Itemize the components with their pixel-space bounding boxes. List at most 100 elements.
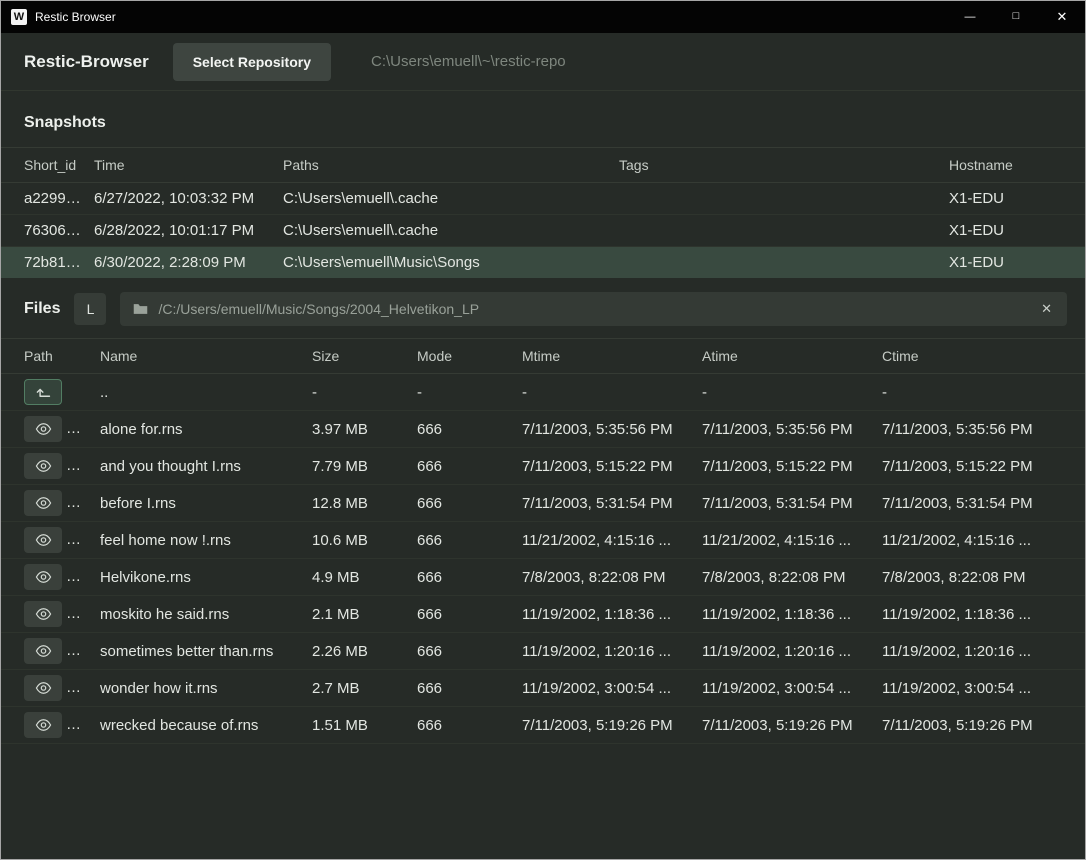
file-cell-mode: 666 [417,559,522,596]
file-row[interactable]: sometimes better than.rns2.26 MB66611/19… [1,633,1085,670]
repo-path-input[interactable]: C:\Users\emuell\~\restic-repo [371,53,566,70]
file-cell-size: - [312,374,417,411]
snapshot-cell-paths: C:\Users\emuell\Music\Songs [283,247,619,279]
file-cell-size: 12.8 MB [312,485,417,522]
clear-path-button[interactable]: ✕ [1039,301,1054,317]
eye-icon [35,422,52,436]
snapshots-col-time: Time [94,148,283,183]
preview-file-button[interactable] [24,564,62,590]
file-row[interactable]: Helvikone.rns4.9 MB6667/8/2003, 8:22:08 … [1,559,1085,596]
titlebar-left: W Restic Browser [1,9,116,25]
file-cell-name: wrecked because of.rns [100,707,312,744]
select-repository-button[interactable]: Select Repository [173,43,331,81]
snapshot-cell-time: 6/28/2022, 10:01:17 PM [94,215,283,247]
file-row[interactable]: feel home now !.rns10.6 MB66611/21/2002,… [1,522,1085,559]
snapshot-row[interactable]: a2299af66/27/2022, 10:03:32 PMC:\Users\e… [1,183,1085,215]
parent-dir-button[interactable] [24,379,62,405]
files-col-mode: Mode [417,339,522,374]
preview-file-button[interactable] [24,638,62,664]
window-controls: — □ ✕ [947,1,1085,33]
file-row[interactable]: and you thought I.rns7.79 MB6667/11/2003… [1,448,1085,485]
snapshot-cell-paths: C:\Users\emuell\.cache [283,215,619,247]
snapshot-row[interactable]: 763068696/28/2022, 10:01:17 PMC:\Users\e… [1,215,1085,247]
app-logo-icon: W [11,9,27,25]
latest-snapshot-button[interactable]: L [74,293,106,325]
files-header-row: Path Name Size Mode Mtime Atime Ctime [1,339,1085,374]
file-cell-ctime: 7/11/2003, 5:15:22 PM [882,448,1085,485]
maximize-icon: □ [1013,10,1020,22]
file-path-value: /C:/Users/emuell/Music/Songs/2004_Helvet… [158,301,1029,317]
file-cell-name: alone for.rns [100,411,312,448]
file-cell-name: feel home now !.rns [100,522,312,559]
snapshots-col-paths: Paths [283,148,619,183]
files-col-name: Name [100,339,312,374]
file-row[interactable]: moskito he said.rns2.1 MB66611/19/2002, … [1,596,1085,633]
file-cell-size: 10.6 MB [312,522,417,559]
eye-icon [35,607,52,621]
file-cell-atime: 7/11/2003, 5:15:22 PM [702,448,882,485]
file-cell-name: Helvikone.rns [100,559,312,596]
file-row[interactable]: wrecked because of.rns1.51 MB6667/11/200… [1,707,1085,744]
file-cell-size: 1.51 MB [312,707,417,744]
file-cell-name: sometimes better than.rns [100,633,312,670]
snapshots-col-hostname: Hostname [949,148,1085,183]
file-cell-name: before I.rns [100,485,312,522]
file-cell-name: and you thought I.rns [100,448,312,485]
file-cell-mtime: 7/11/2003, 5:15:22 PM [522,448,702,485]
app-name: Restic-Browser [24,52,149,72]
maximize-button[interactable]: □ [993,1,1039,33]
file-row[interactable]: alone for.rns3.97 MB6667/11/2003, 5:35:5… [1,411,1085,448]
eye-icon [35,459,52,473]
file-row[interactable]: before I.rns12.8 MB6667/11/2003, 5:31:54… [1,485,1085,522]
preview-file-button[interactable] [24,490,62,516]
file-actions-cell [1,707,100,744]
file-path-input[interactable]: /C:/Users/emuell/Music/Songs/2004_Helvet… [120,292,1067,326]
snapshots-col-tags: Tags [619,148,949,183]
snapshot-row[interactable]: 72b813bb6/30/2022, 2:28:09 PMC:\Users\em… [1,247,1085,279]
file-cell-ctime: 11/19/2002, 1:20:16 ... [882,633,1085,670]
app-window: W Restic Browser — □ ✕ Restic-Browser Se… [0,0,1086,860]
file-cell-mtime: 7/11/2003, 5:19:26 PM [522,707,702,744]
file-cell-mtime: 11/19/2002, 3:00:54 ... [522,670,702,707]
clear-icon: ✕ [1041,301,1052,316]
file-cell-atime: 11/19/2002, 3:00:54 ... [702,670,882,707]
preview-file-button[interactable] [24,416,62,442]
preview-file-button[interactable] [24,527,62,553]
snapshots-table-body: a2299af66/27/2022, 10:03:32 PMC:\Users\e… [1,183,1085,279]
file-cell-atime: 7/11/2003, 5:35:56 PM [702,411,882,448]
preview-file-button[interactable] [24,453,62,479]
file-cell-mtime: 11/19/2002, 1:18:36 ... [522,596,702,633]
file-cell-size: 2.7 MB [312,670,417,707]
preview-file-button[interactable] [24,712,62,738]
snapshots-table: Short_id Time Paths Tags Hostname a2299a… [1,147,1085,278]
titlebar: W Restic Browser — □ ✕ [1,1,1085,33]
files-heading: Files [24,300,60,318]
file-cell-mode: 666 [417,448,522,485]
file-cell-name: moskito he said.rns [100,596,312,633]
file-row[interactable]: wonder how it.rns2.7 MB66611/19/2002, 3:… [1,670,1085,707]
file-cell-mtime: 7/11/2003, 5:31:54 PM [522,485,702,522]
files-col-path: Path [1,339,100,374]
file-cell-mtime: 11/21/2002, 4:15:16 ... [522,522,702,559]
file-cell-name: .. [100,374,312,411]
file-cell-ctime: - [882,374,1085,411]
preview-file-button[interactable] [24,675,62,701]
close-button[interactable]: ✕ [1039,1,1085,33]
snapshot-cell-short_id: a2299af6 [1,183,94,215]
snapshot-cell-time: 6/30/2022, 2:28:09 PM [94,247,283,279]
file-cell-ctime: 7/11/2003, 5:35:56 PM [882,411,1085,448]
file-actions-cell [1,522,100,559]
file-cell-ctime: 11/21/2002, 4:15:16 ... [882,522,1085,559]
snapshot-cell-hostname: X1-EDU [949,183,1085,215]
minimize-button[interactable]: — [947,1,993,33]
snapshot-cell-short_id: 72b813bb [1,247,94,279]
snapshot-cell-hostname: X1-EDU [949,247,1085,279]
snapshot-cell-tags [619,183,949,215]
file-cell-ctime: 7/8/2003, 8:22:08 PM [882,559,1085,596]
files-col-size: Size [312,339,417,374]
file-cell-mode: - [417,374,522,411]
file-cell-size: 3.97 MB [312,411,417,448]
preview-file-button[interactable] [24,601,62,627]
parent-dir-row[interactable]: ..----- [1,374,1085,411]
arrow-up-left-icon [35,385,52,399]
